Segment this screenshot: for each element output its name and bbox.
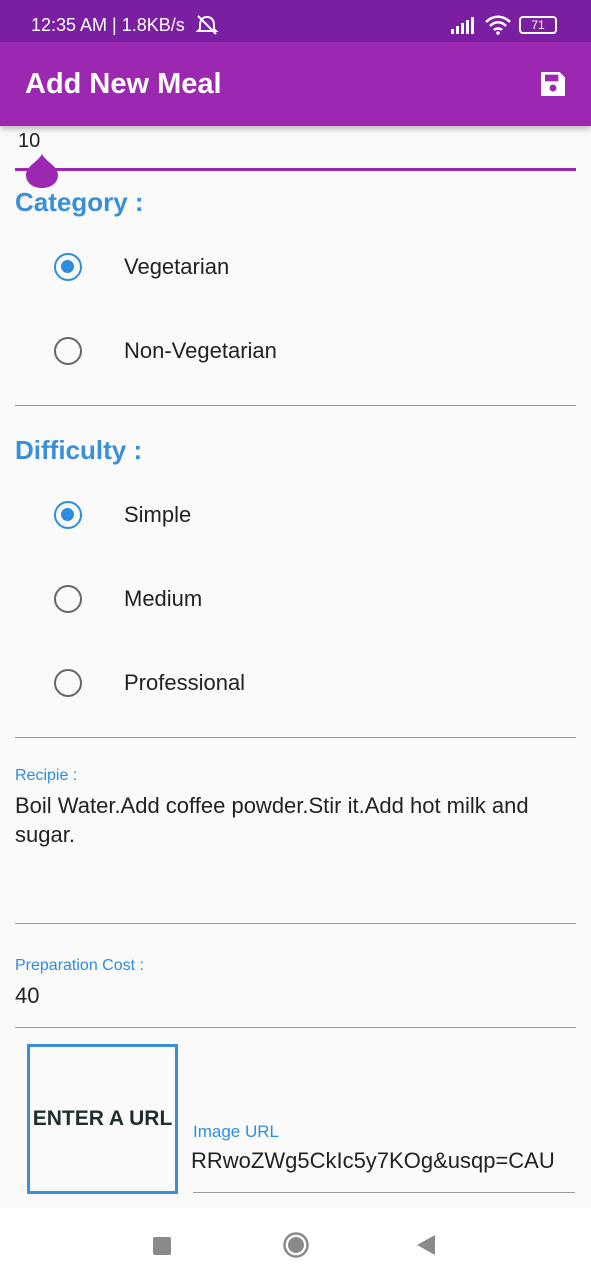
category-option-vegetarian[interactable]: Vegetarian [54, 247, 554, 287]
radio-unchecked-icon[interactable] [54, 669, 82, 697]
radio-checked-icon[interactable] [54, 501, 82, 529]
status-time: 12:35 AM | 1.8KB/s [31, 15, 185, 35]
divider [15, 405, 576, 406]
divider [15, 737, 576, 738]
save-icon[interactable] [537, 68, 569, 100]
difficulty-title: Difficulty : [15, 435, 143, 465]
enter-url-button[interactable]: ENTER A URL [27, 1044, 178, 1194]
image-url-underline [193, 1192, 575, 1193]
category-option-non-vegetarian[interactable]: Non-Vegetarian [54, 331, 554, 371]
status-bar: 12:35 AM | 1.8KB/s 71 [0, 0, 591, 42]
recipe-field-underline [15, 923, 576, 924]
recipe-field[interactable]: Boil Water.Add coffee powder.Stir it.Add… [15, 791, 570, 849]
cost-field[interactable]: 40 [15, 981, 570, 1010]
difficulty-option-label: Medium [124, 586, 203, 611]
battery-level: 71 [531, 18, 545, 32]
home-icon[interactable] [282, 1231, 310, 1259]
back-icon[interactable] [415, 1233, 437, 1257]
duration-slider-thumb[interactable] [24, 152, 60, 190]
difficulty-option-label: Simple [124, 502, 192, 527]
category-option-label: Non-Vegetarian [124, 338, 277, 363]
app-bar: Add New Meal [0, 42, 591, 126]
category-title: Category : [15, 187, 144, 217]
difficulty-option-medium[interactable]: Medium [54, 579, 554, 619]
status-icons: 71 [451, 14, 557, 36]
recents-icon[interactable] [152, 1236, 172, 1256]
meal-form: 10 Category : Vegetarian Non-Vegetarian … [0, 126, 591, 1208]
category-option-label: Vegetarian [124, 254, 230, 279]
page-title: Add New Meal [25, 68, 222, 100]
cost-label: Preparation Cost : [15, 957, 144, 974]
radio-unchecked-icon[interactable] [54, 337, 82, 365]
cost-field-underline [15, 1027, 576, 1028]
signal-icon [451, 17, 474, 34]
radio-unchecked-icon[interactable] [54, 585, 82, 613]
difficulty-option-professional[interactable]: Professional [54, 663, 554, 703]
duration-slider-track[interactable] [15, 168, 576, 171]
navigation-bar [0, 1208, 591, 1280]
battery-icon: 71 [519, 16, 557, 34]
difficulty-option-simple[interactable]: Simple [54, 495, 554, 535]
duration-slider-value: 10 [18, 130, 41, 152]
enter-url-label: ENTER A URL [32, 1107, 173, 1130]
recipe-label: Recipie : [15, 767, 78, 784]
image-url-label: Image URL [193, 1122, 279, 1141]
wifi-icon [485, 15, 511, 35]
radio-checked-icon[interactable] [54, 253, 82, 281]
image-url-field[interactable]: RRwoZWg5CkIc5y7KOg&usqp=CAU [191, 1148, 555, 1174]
mute-alarm-icon [195, 15, 219, 35]
difficulty-option-label: Professional [124, 670, 246, 695]
